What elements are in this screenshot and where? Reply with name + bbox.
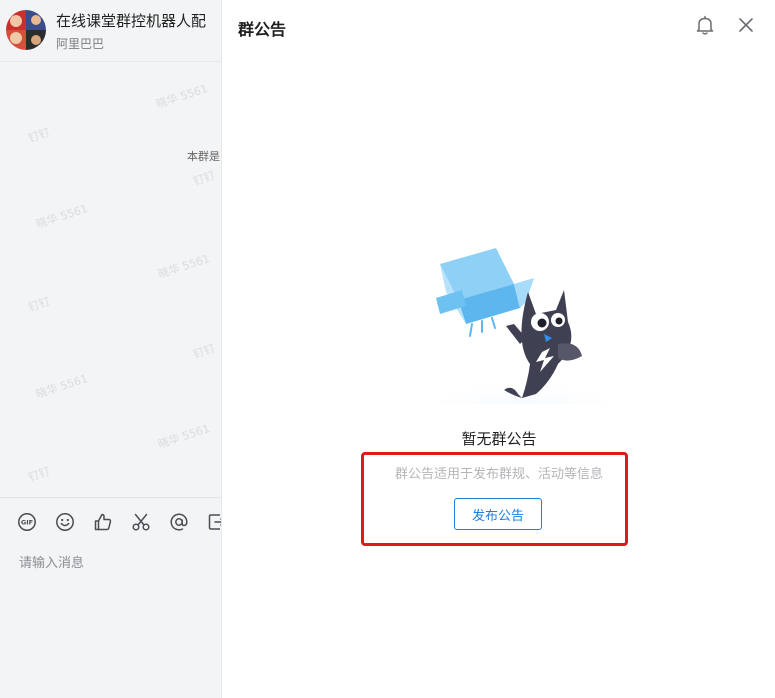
gif-icon-label: GIF <box>21 519 33 527</box>
chat-pane: 在线课堂群控机器人配 阿里巴巴 晓华 5561 钉钉 晓华 5561 晓华 55… <box>0 0 221 698</box>
watermark: 晓华 5561 <box>156 252 212 281</box>
watermark: 钉钉 <box>26 125 52 146</box>
chat-toolbar: GIF <box>0 497 221 547</box>
chat-header: 在线课堂群控机器人配 阿里巴巴 <box>0 0 221 62</box>
group-avatar[interactable] <box>6 10 46 50</box>
empty-state-illustration <box>418 244 615 432</box>
message-input[interactable]: 请输入消息 <box>19 552 84 571</box>
at-icon[interactable] <box>169 512 189 532</box>
watermark: 钉钉 <box>26 464 52 485</box>
publish-announcement-button[interactable]: 发布公告 <box>454 498 542 530</box>
panel-title: 群公告 <box>238 20 287 39</box>
announcement-panel: 群公告 暂无群公告 群公告适用于发布群规、活动等信息 发布公告 <box>221 0 775 698</box>
gif-icon[interactable]: GIF <box>17 512 37 532</box>
system-message: 本群是 <box>187 150 220 163</box>
close-icon[interactable] <box>736 15 756 35</box>
watermark: 晓华 5561 <box>154 82 210 111</box>
watermark: 钉钉 <box>191 341 217 362</box>
empty-state-description: 群公告适用于发布群规、活动等信息 <box>394 467 603 482</box>
thumbs-up-icon[interactable] <box>93 512 113 532</box>
watermark: 钉钉 <box>26 294 52 315</box>
empty-state-title: 暂无群公告 <box>461 430 537 448</box>
watermark: 晓华 5561 <box>156 422 212 451</box>
app-root: 在线课堂群控机器人配 阿里巴巴 晓华 5561 钉钉 晓华 5561 晓华 55… <box>0 0 775 698</box>
scissors-icon[interactable] <box>131 512 151 532</box>
chat-subtitle: 阿里巴巴 <box>56 37 105 51</box>
chat-title: 在线课堂群控机器人配 <box>56 12 207 30</box>
watermark: 晓华 5561 <box>34 202 90 231</box>
emoji-icon[interactable] <box>55 512 75 532</box>
bell-icon[interactable] <box>694 14 716 36</box>
watermark: 晓华 5561 <box>34 372 90 401</box>
forward-icon[interactable] <box>207 512 221 532</box>
watermark: 钉钉 <box>191 168 217 189</box>
